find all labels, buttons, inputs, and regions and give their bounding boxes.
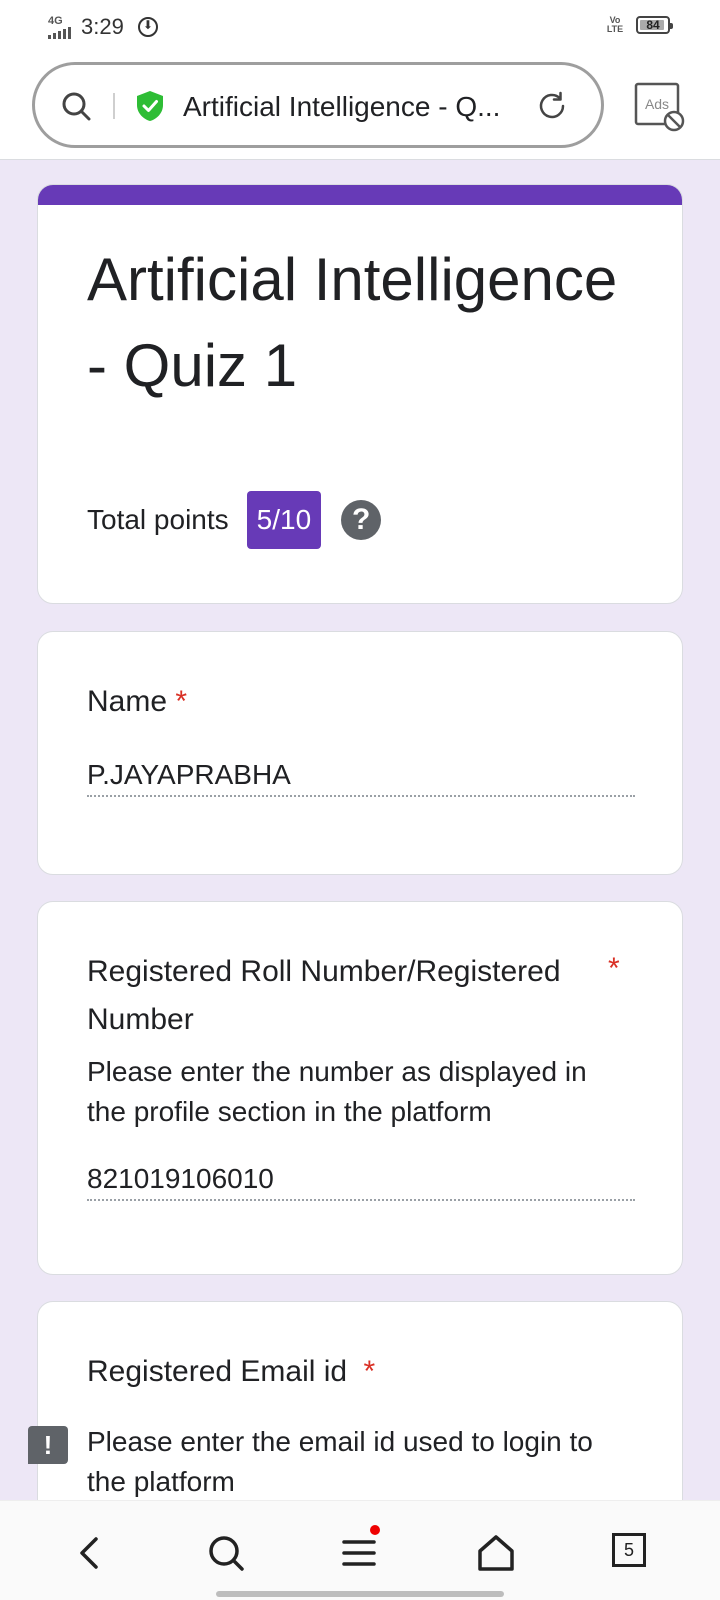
back-button[interactable]	[68, 1531, 112, 1575]
home-button[interactable]	[474, 1531, 518, 1575]
search-button[interactable]	[204, 1531, 248, 1575]
required-asterisk: *	[363, 1355, 376, 1388]
question-description: Please enter the number as displayed in …	[87, 1056, 587, 1127]
status-right: Vo LTE 84	[604, 15, 673, 34]
network-indicator: 4G	[48, 14, 71, 39]
gesture-home-indicator[interactable]	[216, 1591, 504, 1597]
question-description: Please enter the email id used to login …	[87, 1426, 593, 1497]
help-icon[interactable]: ?	[341, 500, 382, 540]
download-icon	[137, 17, 158, 37]
page-title-url[interactable]: Artificial Intelligence - Q...	[183, 91, 523, 123]
form-content[interactable]: Artificial Intelligence - Quiz 1 Total p…	[0, 160, 720, 1500]
required-asterisk: *	[175, 685, 188, 718]
notification-dot	[370, 1525, 380, 1535]
home-icon	[478, 1535, 514, 1571]
points-label: Total points	[87, 504, 229, 535]
score-badge: 5/10	[246, 491, 322, 549]
browser-toolbar: Artificial Intelligence - Q... Ads	[0, 56, 720, 160]
report-abuse-button[interactable]: !	[28, 1426, 68, 1464]
question-label: Registered Email id *	[87, 1348, 375, 1396]
header-accent-band	[38, 185, 682, 205]
back-icon	[80, 1537, 98, 1569]
status-time: 3:29	[81, 14, 124, 39]
battery-level: 84	[646, 18, 660, 32]
battery-icon: 84	[636, 16, 673, 34]
answer-value: 821019106010	[87, 1163, 274, 1194]
ad-block-icon[interactable]: Ads	[634, 82, 686, 134]
volte-indicator: Vo LTE	[606, 15, 624, 34]
form-title: Artificial Intelligence - Quiz 1	[87, 246, 618, 399]
answer-underline	[87, 795, 635, 797]
search-icon	[209, 1536, 244, 1571]
question-card-roll-number: Registered Roll Number/Registered Number…	[37, 901, 683, 1275]
menu-button[interactable]	[338, 1525, 382, 1575]
tab-count-icon: 5	[612, 1533, 646, 1567]
reload-icon[interactable]	[535, 89, 569, 123]
secure-shield-icon	[137, 91, 163, 121]
answer-underline	[87, 1199, 635, 1201]
address-bar[interactable]: Artificial Intelligence - Q...	[32, 62, 604, 148]
question-card-name: Name * P.JAYAPRABHA	[37, 631, 683, 875]
score-row: Total points 5/10 ?	[87, 491, 382, 549]
signal-icon	[48, 26, 71, 39]
bottom-navigation: 5	[0, 1500, 720, 1600]
divider	[113, 93, 115, 119]
question-label: Name *	[87, 678, 187, 726]
form-header-card: Artificial Intelligence - Quiz 1 Total p…	[37, 184, 683, 604]
question-text: Registered Email id	[87, 1355, 348, 1388]
tabs-button[interactable]: 5	[612, 1531, 656, 1575]
question-text: Registered Roll Number/Registered Number	[87, 955, 561, 1036]
status-left: 4G 3:29	[48, 14, 158, 40]
search-icon[interactable]	[61, 91, 91, 121]
question-card-email: Registered Email id * Please enter the e…	[37, 1301, 683, 1500]
question-text: Name	[87, 685, 168, 718]
network-type: 4G	[48, 14, 63, 27]
required-asterisk: *	[608, 952, 620, 985]
status-bar: 4G 3:29 Vo LTE 84	[0, 0, 720, 56]
ads-label: Ads	[645, 96, 669, 112]
answer-value: P.JAYAPRABHA	[87, 759, 291, 790]
menu-icon	[342, 1540, 376, 1566]
